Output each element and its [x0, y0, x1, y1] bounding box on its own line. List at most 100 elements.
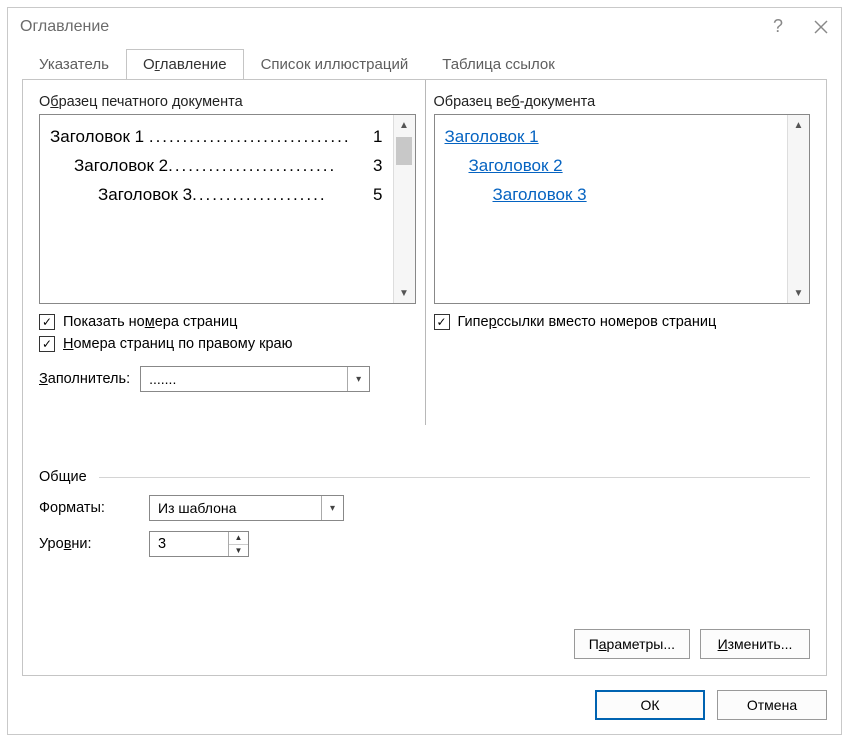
page-number: 1	[369, 123, 382, 152]
print-preview-content: Заголовок 1 ............................…	[40, 115, 393, 303]
tab-leader-combo[interactable]: ....... ▾	[140, 366, 370, 392]
general-form: Форматы: Из шаблона ▾ Уровни: 3 ▲ ▼	[39, 495, 810, 557]
label-part: зменить...	[728, 636, 793, 652]
label-part: О	[39, 94, 50, 110]
checkbox-icon: ✓	[39, 336, 55, 352]
spinner-buttons: ▲ ▼	[228, 532, 248, 556]
label-accelerator: Н	[63, 336, 73, 352]
cancel-button[interactable]: Отмена	[717, 690, 827, 720]
label-part: ссылки вместо номеров страниц	[497, 314, 717, 330]
leader-dots: ....................	[192, 181, 369, 210]
formats-label: Форматы:	[39, 500, 139, 516]
label-part: П	[589, 636, 599, 652]
combo-value: .......	[141, 367, 347, 391]
help-icon[interactable]: ?	[773, 16, 783, 37]
hyperlinks-checkbox[interactable]: ✓ Гиперссылки вместо номеров страниц	[434, 314, 811, 330]
label-accelerator: а	[599, 636, 607, 652]
show-page-numbers-checkbox[interactable]: ✓ Показать номера страниц	[39, 314, 416, 330]
combo-value: Из шаблона	[150, 496, 321, 520]
options-button[interactable]: Параметры...	[574, 629, 690, 659]
general-section-title: Общие	[39, 469, 810, 485]
scroll-up-icon[interactable]: ▲	[396, 115, 412, 135]
tab-leader-label: Заполнитель:	[39, 371, 130, 387]
preview-line: Заголовок 3	[445, 181, 778, 210]
tab-toc[interactable]: Оглавление	[126, 49, 244, 80]
preview-line: Заголовок 3 .................... 5	[50, 181, 383, 210]
preview-line: Заголовок 1	[445, 123, 778, 152]
formats-row: Форматы: Из шаблона ▾	[39, 495, 810, 521]
label-part: раметры...	[607, 636, 675, 652]
preview-line: Заголовок 2 ......................... 3	[50, 152, 383, 181]
print-preview-column: Образец печатного документа Заголовок 1 …	[39, 94, 416, 439]
label-part: аполнитель:	[48, 371, 130, 387]
right-align-pagenum-checkbox[interactable]: ✓ Номера страниц по правому краю	[39, 336, 416, 352]
tab-content: Образец печатного документа Заголовок 1 …	[22, 79, 827, 676]
scroll-down-icon[interactable]: ▼	[788, 283, 809, 303]
modify-button[interactable]: Изменить...	[700, 629, 810, 659]
preview-line: Заголовок 2	[445, 152, 778, 181]
scroll-thumb[interactable]	[396, 137, 412, 165]
dialog-title: Оглавление	[20, 18, 109, 36]
titlebar: Оглавление ?	[8, 8, 841, 43]
label-accelerator: И	[718, 636, 728, 652]
column-divider	[425, 80, 426, 425]
tabs: Указатель Оглавление Список иллюстраций …	[8, 43, 841, 79]
scrollbar-top: ▲	[396, 115, 412, 165]
heading-text: Заголовок 3	[98, 181, 192, 210]
web-preview-label: Образец веб-документа	[434, 94, 811, 110]
scrollbar: ▲ ▼	[787, 115, 809, 303]
print-preview-label: Образец печатного документа	[39, 94, 416, 110]
heading-link: Заголовок 2	[469, 152, 563, 181]
formats-combo[interactable]: Из шаблона ▾	[149, 495, 344, 521]
web-preview-content: Заголовок 1 Заголовок 2 Заголовок 3	[435, 115, 788, 303]
dialog-footer: ОК Отмена	[8, 676, 841, 734]
leader-dots: ..............................	[149, 123, 369, 152]
spinner-value[interactable]: 3	[150, 532, 228, 556]
tab-leader-row: Заполнитель: ....... ▾	[39, 366, 416, 392]
tab-illustrations[interactable]: Список иллюстраций	[244, 49, 426, 80]
levels-spinner[interactable]: 3 ▲ ▼	[149, 531, 249, 557]
content-buttons: Параметры... Изменить...	[574, 629, 810, 659]
checkbox-icon: ✓	[434, 314, 450, 330]
label-accelerator: З	[39, 371, 48, 387]
levels-label: Уровни:	[39, 536, 139, 552]
label-accelerator: б	[50, 94, 58, 110]
page-number: 3	[369, 152, 382, 181]
page-number: 5	[369, 181, 382, 210]
print-preview-box: Заголовок 1 ............................…	[39, 114, 416, 304]
scrollbar: ▲ ▼	[393, 115, 415, 303]
label-part: омера страниц по правому краю	[73, 336, 292, 352]
heading-text: Заголовок 1	[50, 123, 144, 152]
heading-text: Заголовок 2	[74, 152, 168, 181]
heading-link: Заголовок 1	[445, 123, 539, 152]
preview-line: Заголовок 1 ............................…	[50, 123, 383, 152]
section-label: Общие	[39, 469, 87, 485]
label-part: Образец ве	[434, 94, 512, 110]
label-part: разец печатного документа	[59, 94, 243, 110]
spinner-down-icon[interactable]: ▼	[229, 545, 248, 557]
titlebar-controls: ?	[773, 16, 829, 37]
label-part: ера страниц	[155, 314, 238, 330]
checkbox-label: Номера страниц по правому краю	[63, 336, 293, 352]
chevron-down-icon[interactable]: ▾	[321, 496, 343, 520]
close-icon[interactable]	[813, 19, 829, 35]
leader-dots: .........................	[168, 152, 369, 181]
chevron-down-icon[interactable]: ▾	[347, 367, 369, 391]
tab-citations[interactable]: Таблица ссылок	[425, 49, 572, 80]
label-part: Уро	[39, 536, 64, 552]
web-preview-column: Образец веб-документа Заголовок 1 Заголо…	[434, 94, 811, 439]
checkbox-label: Показать номера страниц	[63, 314, 237, 330]
label-part: -документа	[520, 94, 596, 110]
checkbox-label: Гиперссылки вместо номеров страниц	[458, 314, 717, 330]
levels-row: Уровни: 3 ▲ ▼	[39, 531, 810, 557]
label-part: ни:	[71, 536, 91, 552]
label-part: Гипе	[458, 314, 489, 330]
label-accelerator: б	[511, 94, 519, 110]
scroll-down-icon[interactable]: ▼	[394, 283, 415, 303]
label-accelerator: р	[489, 314, 497, 330]
scroll-up-icon[interactable]: ▲	[788, 115, 809, 135]
tab-index[interactable]: Указатель	[22, 49, 126, 80]
ok-button[interactable]: ОК	[595, 690, 705, 720]
label-part: Показать но	[63, 314, 145, 330]
spinner-up-icon[interactable]: ▲	[229, 532, 248, 545]
